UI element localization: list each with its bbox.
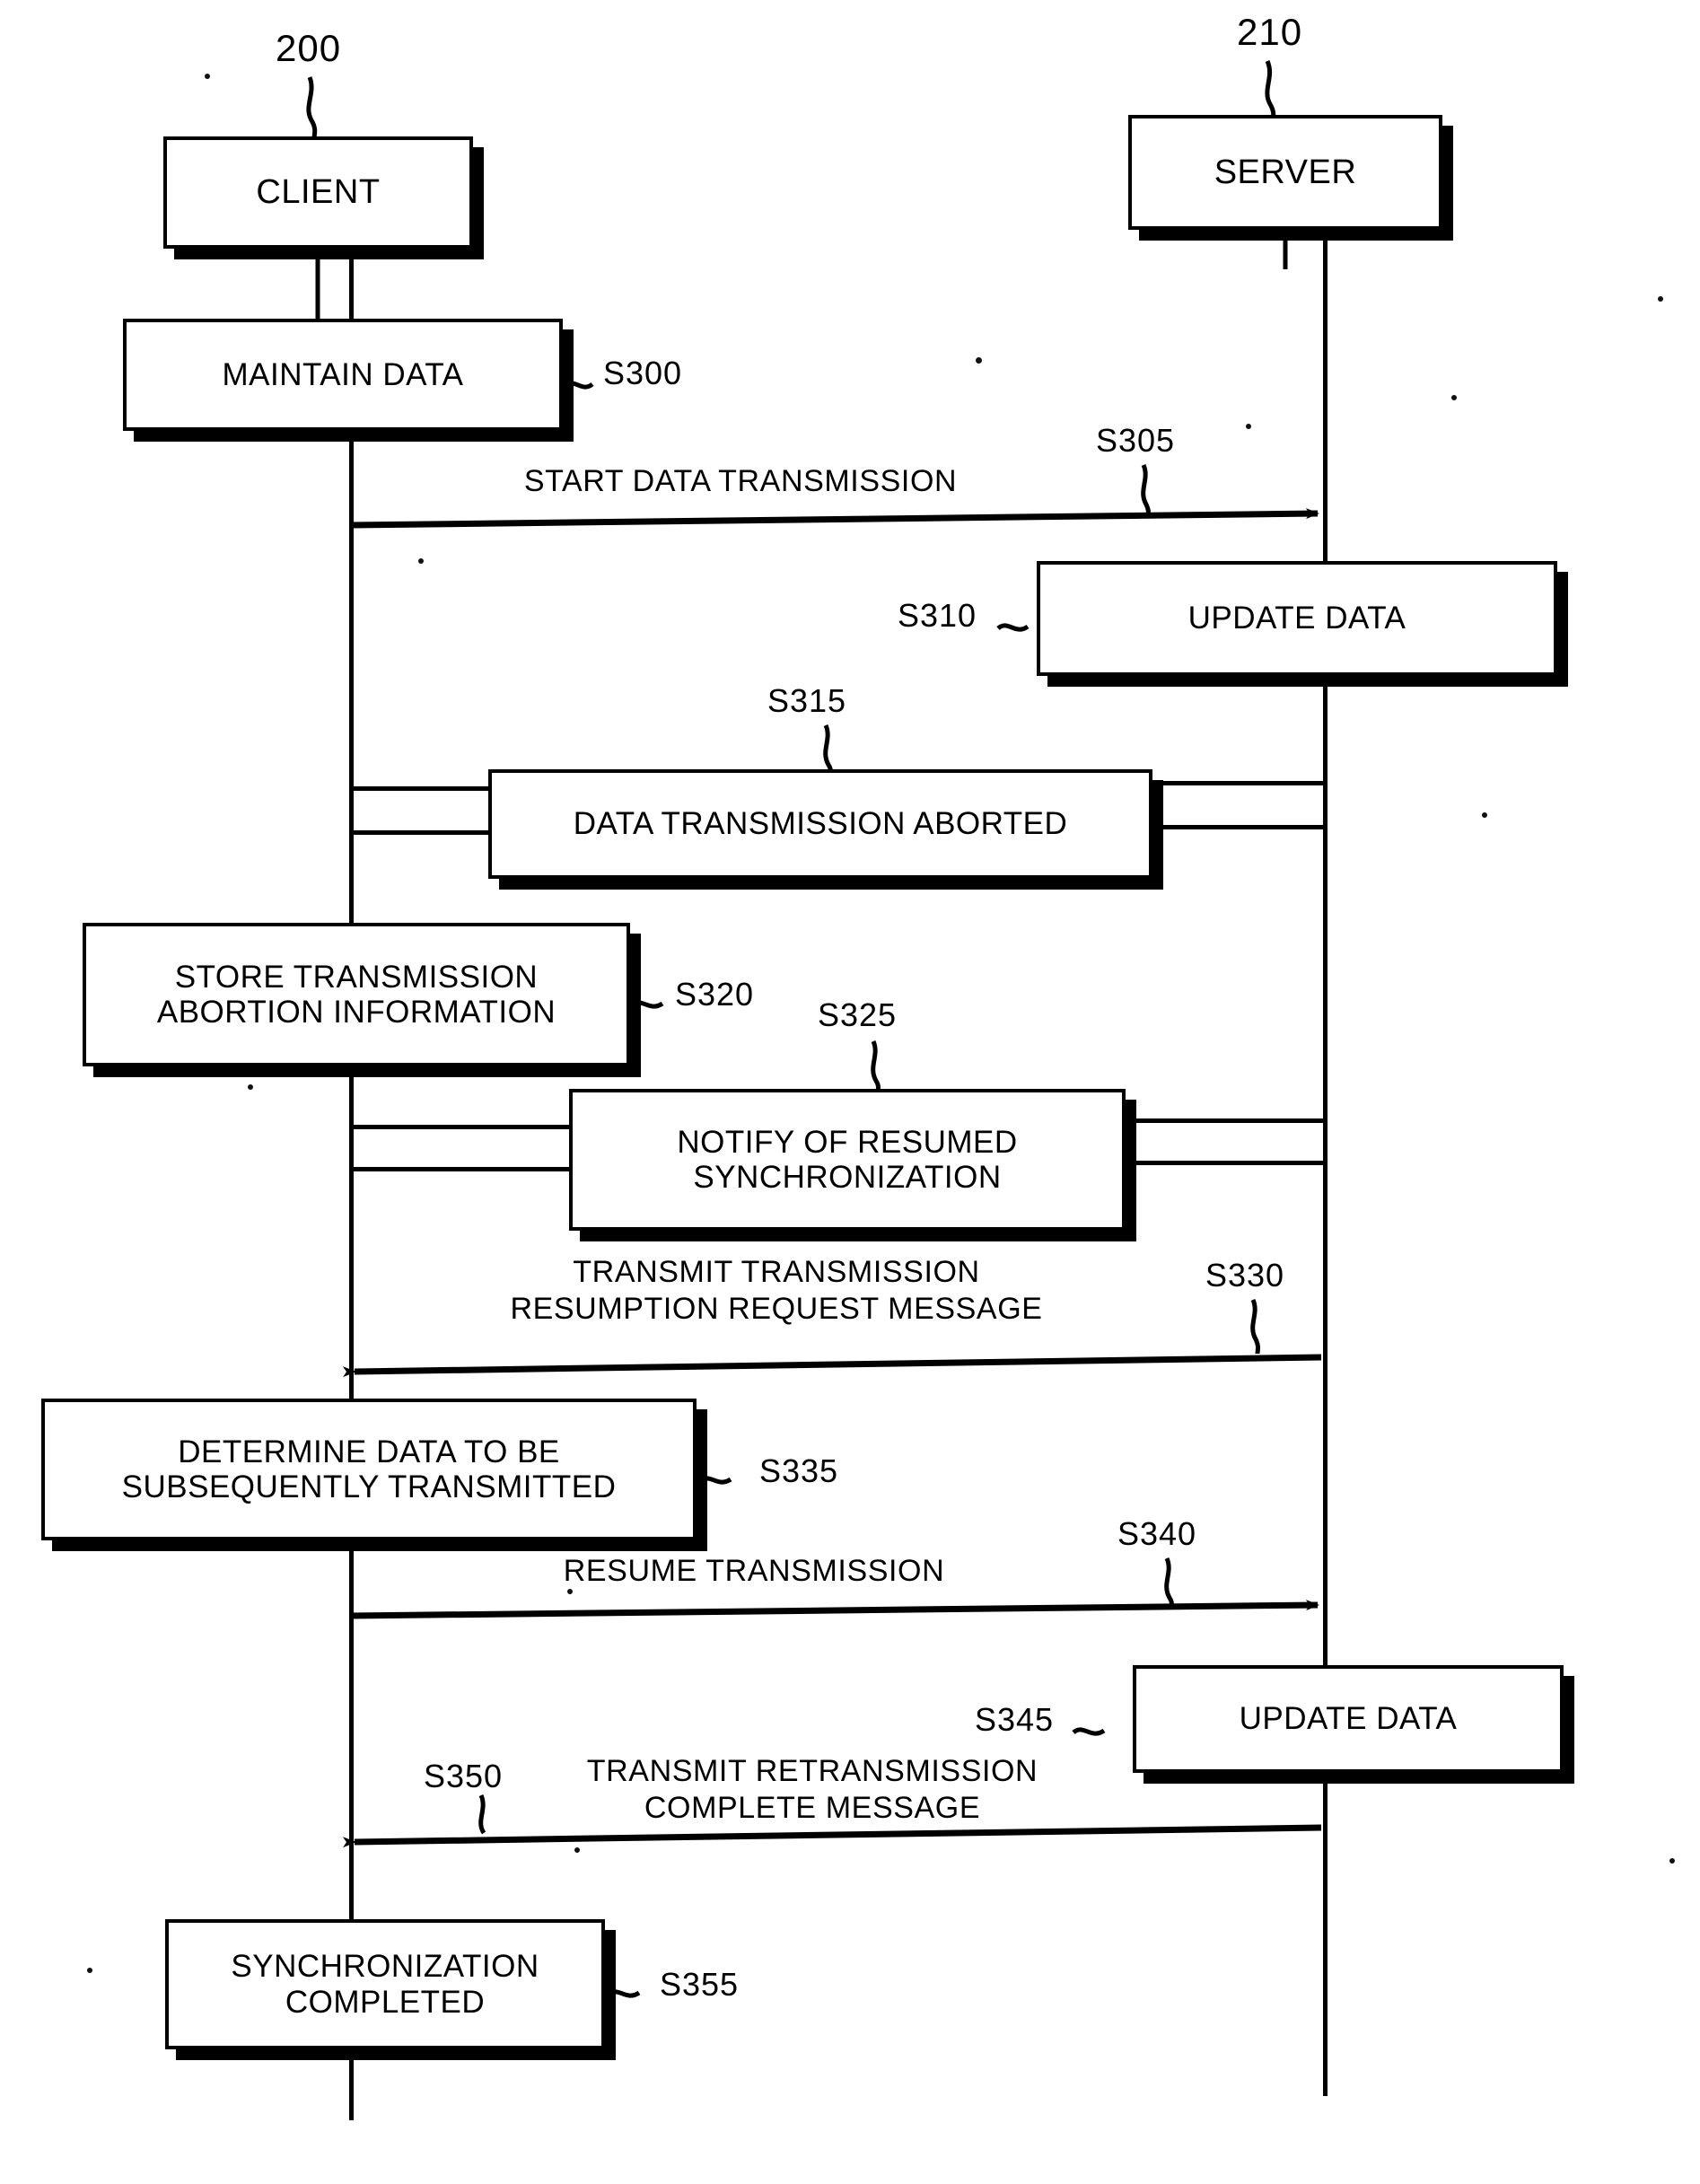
step-ref-s355: S355 bbox=[660, 1966, 740, 2003]
message-label-resume-transmission: RESUME TRANSMISSION bbox=[563, 1554, 945, 1588]
actor-box-client[interactable]: CLIENT bbox=[163, 136, 473, 249]
scan-speck bbox=[1482, 812, 1487, 818]
message-box-data-transmission-aborted[interactable]: DATA TRANSMISSION ABORTED bbox=[488, 769, 1152, 879]
leader-s355 bbox=[607, 1989, 641, 1998]
abort-line-upper-right bbox=[1147, 781, 1327, 785]
reference-number-210: 210 bbox=[1237, 11, 1303, 53]
step-ref-s345: S345 bbox=[975, 1701, 1055, 1738]
scan-speck bbox=[1669, 1858, 1675, 1864]
leader-s330 bbox=[1250, 1299, 1260, 1355]
leader-s325 bbox=[871, 1040, 881, 1094]
message-label-retransmission-complete: TRANSMIT RETRANSMISSION COMPLETE MESSAGE bbox=[586, 1754, 1038, 1826]
leader-ref-200 bbox=[306, 76, 318, 139]
step-ref-s310: S310 bbox=[898, 597, 977, 634]
leader-s300 bbox=[563, 381, 594, 390]
leader-s345 bbox=[1072, 1727, 1106, 1736]
arrow-s350-retransmission-complete bbox=[342, 1824, 1322, 1848]
step-ref-s350: S350 bbox=[424, 1758, 504, 1794]
message-label-notify-resumed-synchronization: NOTIFY OF RESUMED SYNCHRONIZATION bbox=[677, 1124, 1018, 1195]
step-ref-s330: S330 bbox=[1205, 1257, 1285, 1294]
process-box-store-abortion-information[interactable]: STORE TRANSMISSION ABORTION INFORMATION bbox=[83, 923, 630, 1066]
actor-label-client: CLIENT bbox=[256, 173, 381, 212]
process-label-determine-data: DETERMINE DATA TO BE SUBSEQUENTLY TRANSM… bbox=[121, 1434, 617, 1504]
leader-s350 bbox=[478, 1794, 486, 1835]
step-ref-s300: S300 bbox=[603, 355, 683, 391]
leader-s305 bbox=[1141, 464, 1151, 519]
step-ref-s305: S305 bbox=[1096, 422, 1176, 459]
abort-line-lower-left bbox=[349, 830, 493, 835]
leader-s310 bbox=[996, 623, 1030, 632]
scan-speck bbox=[1451, 395, 1457, 400]
step-ref-s325: S325 bbox=[818, 996, 898, 1033]
step-ref-s315: S315 bbox=[767, 682, 847, 719]
process-box-update-data-1[interactable]: UPDATE DATA bbox=[1037, 561, 1557, 676]
abort-line-lower-right bbox=[1147, 825, 1327, 829]
process-label-maintain-data: MAINTAIN DATA bbox=[222, 356, 464, 392]
reference-number-200: 200 bbox=[276, 27, 342, 69]
step-ref-s320: S320 bbox=[675, 976, 755, 1013]
process-label-store-abortion-information: STORE TRANSMISSION ABORTION INFORMATION bbox=[156, 959, 556, 1030]
process-label-update-data-2: UPDATE DATA bbox=[1239, 1701, 1458, 1737]
arrow-s330-transmission-resumption-request bbox=[342, 1354, 1322, 1378]
message-label-transmission-resumption-request: TRANSMIT TRANSMISSION RESUMPTION REQUEST… bbox=[510, 1255, 1043, 1327]
step-ref-s340: S340 bbox=[1117, 1515, 1197, 1552]
notify-line-lower-right bbox=[1121, 1161, 1328, 1165]
leader-s335 bbox=[698, 1476, 732, 1485]
process-box-synchronization-completed[interactable]: SYNCHRONIZATION COMPLETED bbox=[165, 1919, 605, 2049]
process-box-update-data-2[interactable]: UPDATE DATA bbox=[1133, 1665, 1564, 1773]
patent-figure-sequence-diagram: CLIENT 200 SERVER 210 MAINTAIN DATA S300… bbox=[0, 0, 1700, 2184]
message-label-start-data-transmission: START DATA TRANSMISSION bbox=[523, 464, 958, 498]
leader-ref-210 bbox=[1265, 59, 1276, 123]
actor-label-server: SERVER bbox=[1214, 153, 1357, 191]
scan-speck bbox=[574, 1847, 580, 1853]
scan-speck bbox=[976, 357, 982, 364]
leader-s320 bbox=[630, 1000, 664, 1009]
scan-speck bbox=[248, 1084, 253, 1090]
scan-speck bbox=[418, 558, 424, 564]
step-ref-s335: S335 bbox=[759, 1452, 839, 1489]
notify-line-lower-left bbox=[349, 1167, 574, 1171]
scan-speck bbox=[87, 1968, 92, 1973]
abort-line-upper-left bbox=[349, 786, 493, 791]
scan-speck bbox=[1246, 424, 1251, 429]
arrow-s340-resume-transmission bbox=[350, 1600, 1319, 1619]
leader-s340 bbox=[1164, 1557, 1174, 1610]
process-label-update-data-1: UPDATE DATA bbox=[1187, 601, 1406, 636]
process-label-synchronization-completed: SYNCHRONIZATION COMPLETED bbox=[231, 1949, 539, 2020]
notify-line-upper-right bbox=[1121, 1118, 1328, 1123]
client-lifeline bbox=[349, 224, 354, 2120]
notify-line-upper-left bbox=[349, 1125, 574, 1129]
scan-speck bbox=[1658, 296, 1663, 302]
message-box-notify-resumed-synchronization[interactable]: NOTIFY OF RESUMED SYNCHRONIZATION bbox=[569, 1089, 1126, 1231]
arrow-s305-start-data-transmission bbox=[350, 508, 1319, 529]
process-box-determine-data[interactable]: DETERMINE DATA TO BE SUBSEQUENTLY TRANSM… bbox=[41, 1399, 697, 1540]
process-box-maintain-data[interactable]: MAINTAIN DATA bbox=[123, 319, 563, 431]
actor-box-server[interactable]: SERVER bbox=[1128, 115, 1442, 230]
message-label-data-transmission-aborted: DATA TRANSMISSION ABORTED bbox=[573, 806, 1068, 842]
scan-speck bbox=[205, 74, 210, 79]
